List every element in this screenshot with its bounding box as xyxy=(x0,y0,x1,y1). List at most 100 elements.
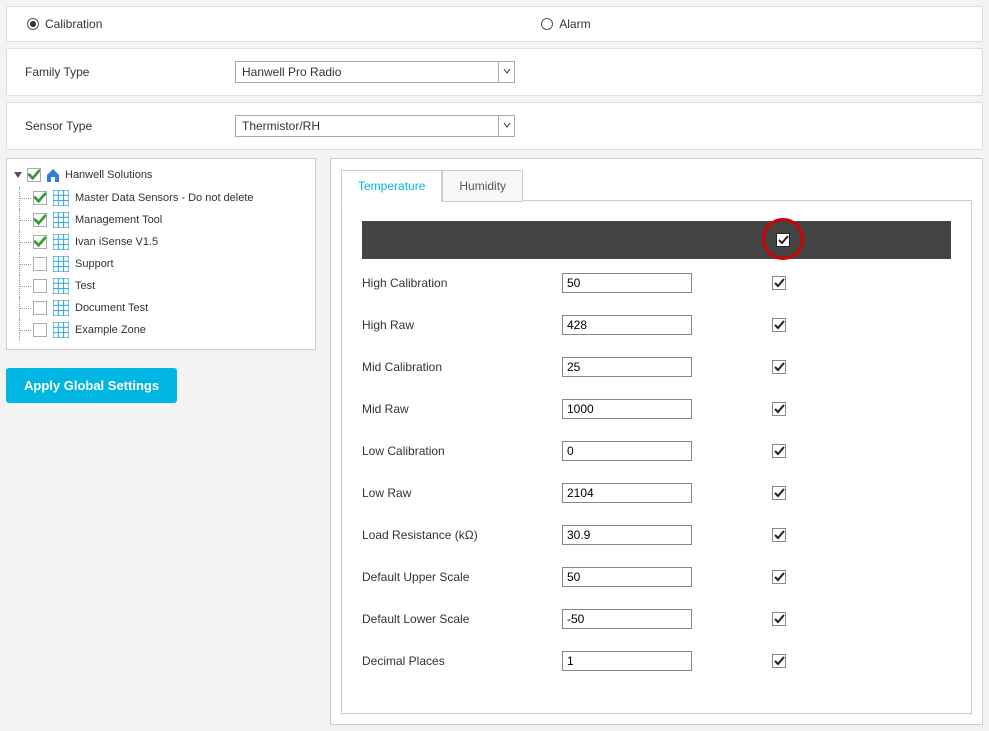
field-label: Low Calibration xyxy=(362,444,562,458)
tree-item[interactable]: Example Zone xyxy=(33,319,307,341)
field-row: Mid Raw xyxy=(362,399,951,419)
field-input[interactable] xyxy=(562,399,692,419)
tree-item-checkbox[interactable] xyxy=(33,301,47,315)
tree-item-checkbox[interactable] xyxy=(33,323,47,337)
tree-item[interactable]: Management Tool xyxy=(33,209,307,231)
field-row: High Raw xyxy=(362,315,951,335)
field-checkbox[interactable] xyxy=(772,486,786,500)
field-label: Decimal Places xyxy=(362,654,562,668)
tab-humidity[interactable]: Humidity xyxy=(442,170,523,202)
tree-item[interactable]: Document Test xyxy=(33,297,307,319)
tree-item-checkbox[interactable] xyxy=(33,213,47,227)
field-input[interactable] xyxy=(562,315,692,335)
field-row: Mid Calibration xyxy=(362,357,951,377)
radio-label: Alarm xyxy=(559,17,590,31)
grid-icon xyxy=(53,212,69,228)
tree-item-checkbox[interactable] xyxy=(33,235,47,249)
tree-root-checkbox[interactable] xyxy=(27,168,41,182)
grid-icon xyxy=(53,300,69,316)
tree-item-label: Support xyxy=(75,258,114,270)
select-all-checkbox[interactable] xyxy=(776,233,790,247)
field-checkbox[interactable] xyxy=(772,318,786,332)
field-label: Mid Raw xyxy=(362,402,562,416)
field-checkbox[interactable] xyxy=(772,612,786,626)
tree-item[interactable]: Support xyxy=(33,253,307,275)
sensor-type-label: Sensor Type xyxy=(25,119,215,133)
tree-item-checkbox[interactable] xyxy=(33,191,47,205)
expand-toggle-icon xyxy=(13,170,23,180)
tree-item[interactable]: Master Data Sensors - Do not delete xyxy=(33,187,307,209)
grid-icon xyxy=(53,322,69,338)
field-checkbox[interactable] xyxy=(772,654,786,668)
radio-dot-icon xyxy=(541,18,553,30)
field-label: High Raw xyxy=(362,318,562,332)
tree-root-label: Hanwell Solutions xyxy=(65,169,152,181)
family-type-label: Family Type xyxy=(25,65,215,79)
home-icon xyxy=(45,167,61,183)
tree-item-label: Master Data Sensors - Do not delete xyxy=(75,192,254,204)
select-value: Hanwell Pro Radio xyxy=(236,62,498,82)
tree-item-checkbox[interactable] xyxy=(33,257,47,271)
tree-root[interactable]: Hanwell Solutions xyxy=(13,167,307,183)
field-row: Low Raw xyxy=(362,483,951,503)
field-row: Decimal Places xyxy=(362,651,951,671)
chevron-down-icon xyxy=(498,116,514,136)
field-input[interactable] xyxy=(562,651,692,671)
field-input[interactable] xyxy=(562,525,692,545)
tree-item-checkbox[interactable] xyxy=(33,279,47,293)
tree-item[interactable]: Ivan iSense V1.5 xyxy=(33,231,307,253)
grid-icon xyxy=(53,234,69,250)
tree-item-label: Test xyxy=(75,280,95,292)
field-input[interactable] xyxy=(562,441,692,461)
field-label: Default Lower Scale xyxy=(362,612,562,626)
field-row: Low Calibration xyxy=(362,441,951,461)
sensor-type-row: Sensor Type Thermistor/RH xyxy=(6,102,983,150)
field-label: Load Resistance (kΩ) xyxy=(362,528,562,542)
grid-icon xyxy=(53,278,69,294)
field-checkbox[interactable] xyxy=(772,360,786,374)
field-label: Default Upper Scale xyxy=(362,570,562,584)
tree-item-label: Ivan iSense V1.5 xyxy=(75,236,158,248)
tree-item-label: Example Zone xyxy=(75,324,146,336)
grid-icon xyxy=(53,190,69,206)
form-panel: Temperature Humidity High CalibrationHig… xyxy=(330,158,983,725)
field-row: High Calibration xyxy=(362,273,951,293)
apply-global-settings-button[interactable]: Apply Global Settings xyxy=(6,368,177,403)
tab-temperature[interactable]: Temperature xyxy=(341,170,442,202)
grid-icon xyxy=(53,256,69,272)
family-type-row: Family Type Hanwell Pro Radio xyxy=(6,48,983,96)
mode-select-bar: Calibration Alarm xyxy=(6,6,983,42)
field-checkbox[interactable] xyxy=(772,528,786,542)
field-input[interactable] xyxy=(562,567,692,587)
family-type-select[interactable]: Hanwell Pro Radio xyxy=(235,61,515,83)
tree-panel: Hanwell Solutions Master Data Sensors - … xyxy=(6,158,316,403)
select-all-header xyxy=(362,221,951,259)
field-checkbox[interactable] xyxy=(772,276,786,290)
radio-label: Calibration xyxy=(45,17,102,31)
select-value: Thermistor/RH xyxy=(236,116,498,136)
field-input[interactable] xyxy=(562,609,692,629)
field-row: Default Lower Scale xyxy=(362,609,951,629)
field-input[interactable] xyxy=(562,357,692,377)
field-checkbox[interactable] xyxy=(772,444,786,458)
tree-item-label: Management Tool xyxy=(75,214,162,226)
tree-box: Hanwell Solutions Master Data Sensors - … xyxy=(6,158,316,350)
field-input[interactable] xyxy=(562,483,692,503)
field-input[interactable] xyxy=(562,273,692,293)
field-checkbox[interactable] xyxy=(772,570,786,584)
field-label: Mid Calibration xyxy=(362,360,562,374)
field-row: Default Upper Scale xyxy=(362,567,951,587)
sensor-type-select[interactable]: Thermistor/RH xyxy=(235,115,515,137)
radio-dot-icon xyxy=(27,18,39,30)
chevron-down-icon xyxy=(498,62,514,82)
radio-calibration[interactable]: Calibration xyxy=(27,17,541,31)
field-row: Load Resistance (kΩ) xyxy=(362,525,951,545)
tab-body: High Calibration High Raw Mid Calibration M… xyxy=(341,200,972,714)
tree-item[interactable]: Test xyxy=(33,275,307,297)
field-checkbox[interactable] xyxy=(772,402,786,416)
tabs: Temperature Humidity xyxy=(341,169,972,201)
tree-item-label: Document Test xyxy=(75,302,148,314)
field-label: Low Raw xyxy=(362,486,562,500)
field-label: High Calibration xyxy=(362,276,562,290)
radio-alarm[interactable]: Alarm xyxy=(541,17,590,31)
